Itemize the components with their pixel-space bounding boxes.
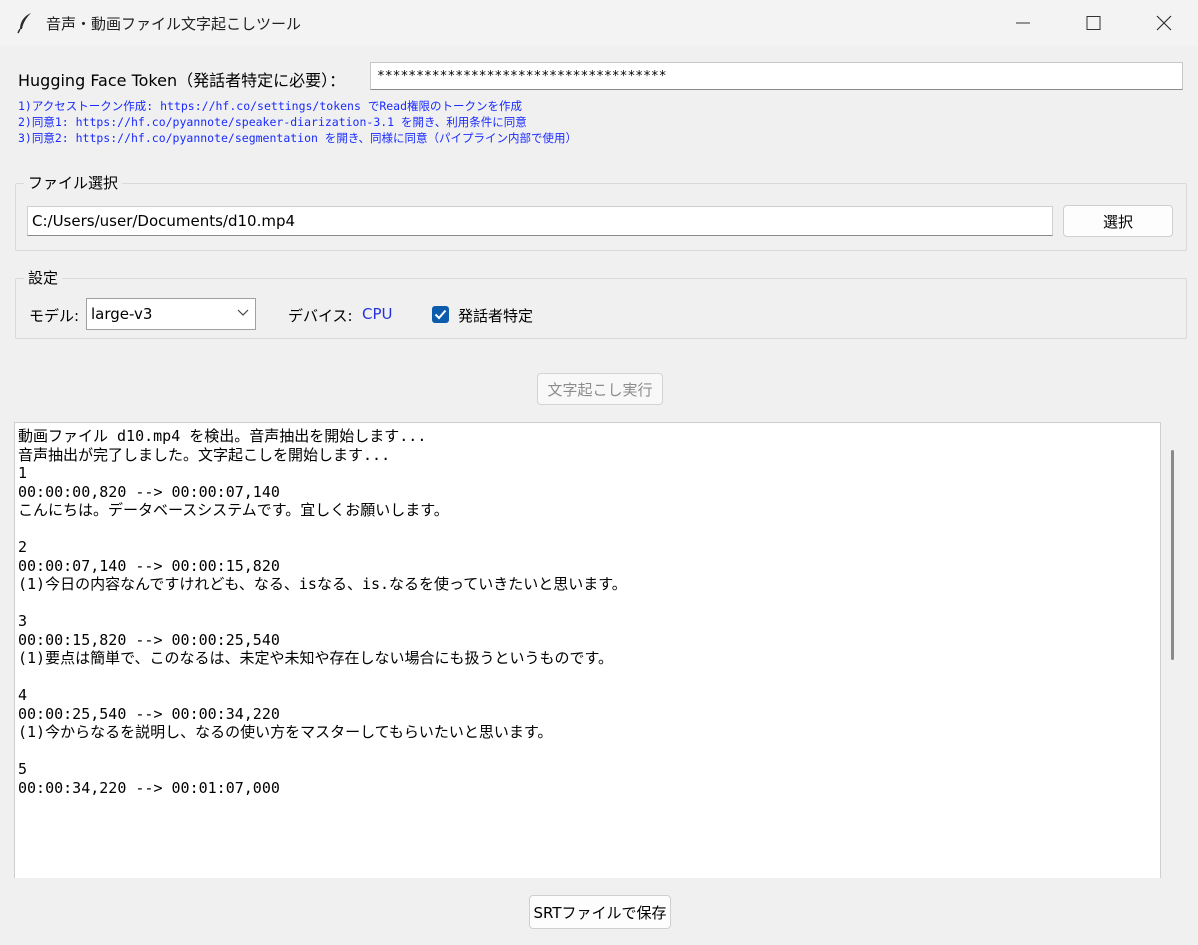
log-scrollbar[interactable] — [1164, 422, 1182, 878]
speaker-checkbox[interactable] — [432, 306, 449, 323]
file-group-title: ファイル選択 — [24, 172, 123, 193]
log-scrollbar-thumb[interactable] — [1171, 450, 1174, 660]
maximize-button[interactable] — [1058, 0, 1128, 46]
title-bar: 音声・動画ファイル文字起こしツール — [0, 0, 1198, 46]
chevron-down-icon — [237, 309, 249, 316]
settings-group: 設定 モデル: large-v3 デバイス: CPU 発話者特定 — [15, 267, 1187, 339]
save-srt-button[interactable]: SRTファイルで保存 — [529, 895, 671, 929]
close-icon — [1156, 15, 1172, 31]
feather-icon — [16, 12, 36, 34]
help-line-2: 2)同意1: https://hf.co/pyannote/speaker-di… — [18, 115, 527, 129]
speaker-checkbox-label[interactable]: 発話者特定 — [458, 305, 533, 326]
select-file-button[interactable]: 選択 — [1063, 205, 1173, 237]
token-help: 1)アクセストークン作成: https://hf.co/settings/tok… — [18, 98, 577, 146]
device-label: デバイス: — [288, 307, 353, 325]
model-label: モデル: — [29, 307, 80, 325]
minimize-button[interactable] — [988, 0, 1058, 46]
file-path-input[interactable] — [27, 206, 1053, 236]
close-button[interactable] — [1128, 0, 1198, 46]
device-value: CPU — [362, 305, 393, 323]
maximize-icon — [1086, 16, 1101, 30]
model-select[interactable]: large-v3 — [86, 298, 256, 330]
minimize-icon — [1016, 22, 1030, 24]
transcribe-button[interactable]: 文字起こし実行 — [537, 373, 663, 405]
checkmark-icon — [434, 309, 447, 320]
help-line-3: 3)同意2: https://hf.co/pyannote/segmentati… — [18, 131, 578, 145]
window-title: 音声・動画ファイル文字起こしツール — [46, 15, 302, 33]
token-label: Hugging Face Token（発話者特定に必要）： — [18, 71, 346, 90]
help-line-1: 1)アクセストークン作成: https://hf.co/settings/tok… — [18, 99, 523, 113]
token-input[interactable] — [370, 62, 1183, 90]
log-text: 動画ファイル d10.mp4 を検出。音声抽出を開始します... 音声抽出が完了… — [18, 427, 627, 797]
model-select-value: large-v3 — [91, 305, 153, 323]
log-output[interactable]: 動画ファイル d10.mp4 を検出。音声抽出を開始します... 音声抽出が完了… — [14, 422, 1161, 878]
settings-group-title: 設定 — [24, 267, 63, 288]
file-select-group: ファイル選択 選択 — [15, 172, 1187, 251]
